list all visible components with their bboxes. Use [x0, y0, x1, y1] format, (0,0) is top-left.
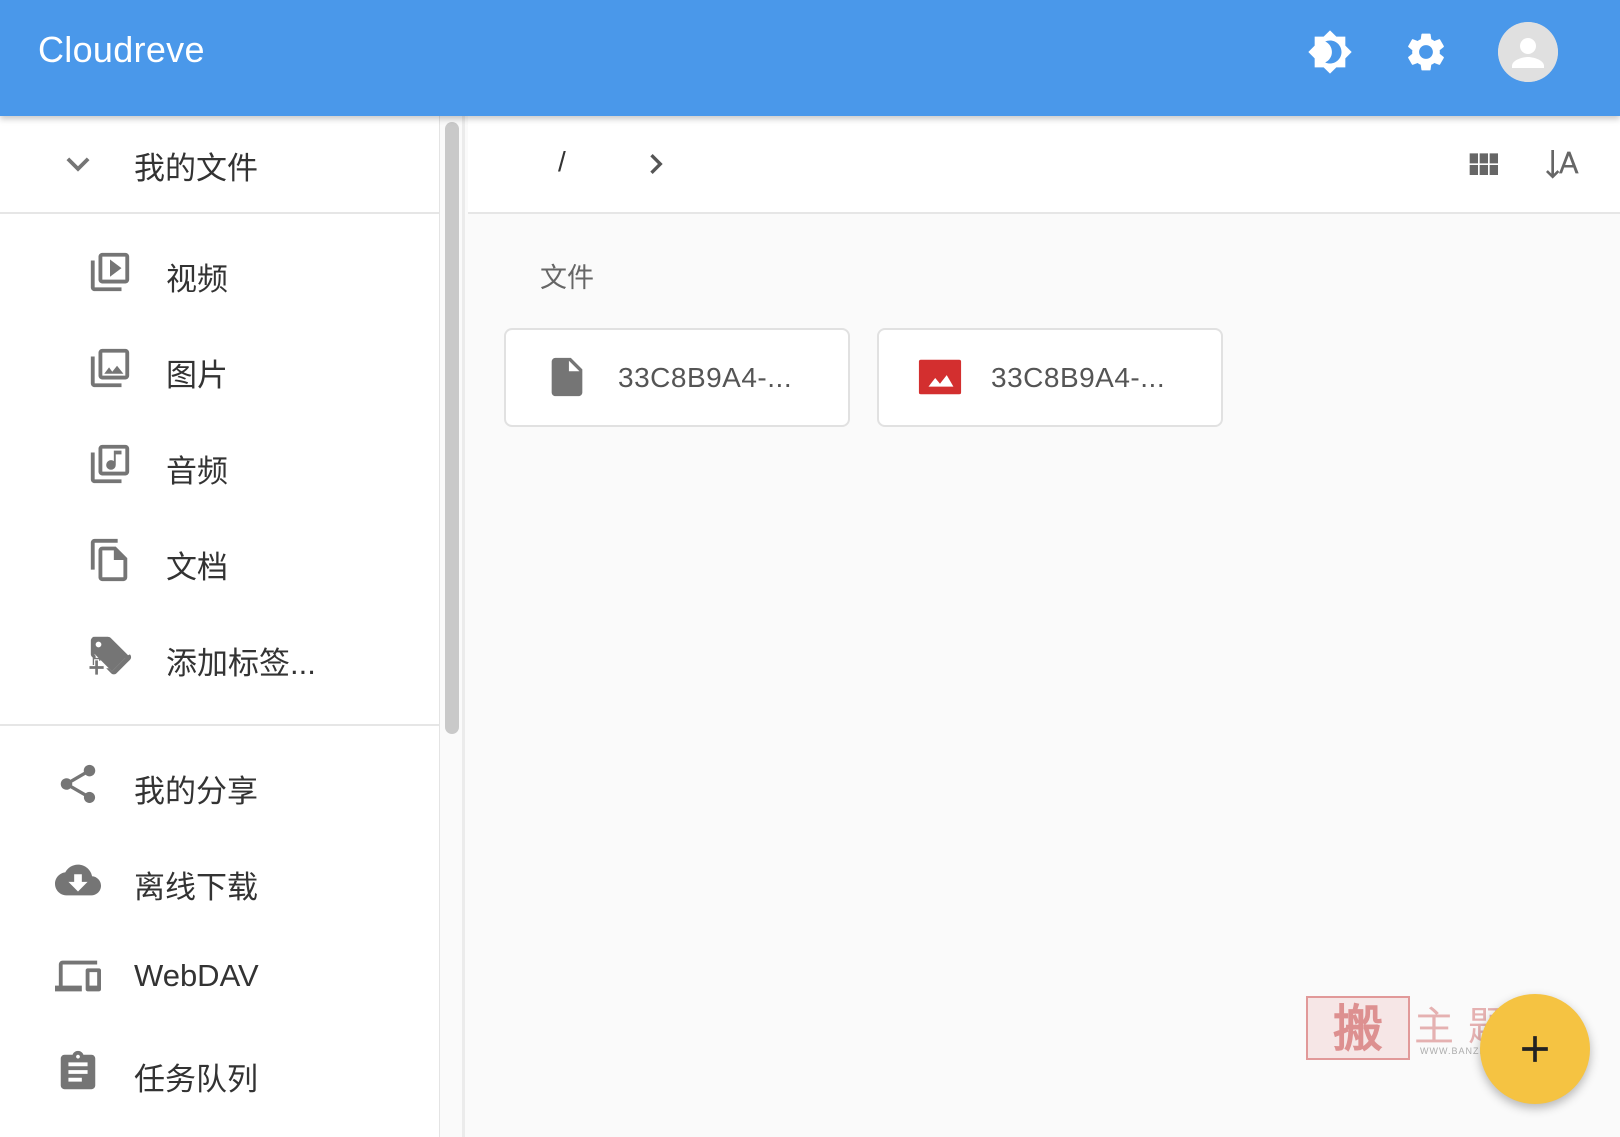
breadcrumb-root[interactable]: / — [558, 146, 566, 178]
avatar-icon — [1498, 22, 1558, 82]
sidebar-item-label: WebDAV — [134, 958, 259, 993]
file-name: 33C8B9A4-... — [991, 362, 1166, 393]
sidebar-item-my-shares[interactable]: 我的分享 — [0, 740, 439, 830]
chevron-down-icon — [54, 140, 102, 188]
assignment-icon — [54, 1048, 102, 1096]
divider — [0, 724, 439, 726]
sidebar-item-my-files[interactable]: 我的文件 — [0, 116, 439, 212]
sidebar-item-label: 文档 — [166, 550, 228, 585]
sidebar-item-label: 离线下载 — [134, 870, 258, 905]
settings-icon — [1408, 33, 1444, 71]
sidebar-item-label: 添加标签... — [166, 646, 316, 681]
grid-view-icon — [1469, 153, 1498, 175]
sidebar-item-label: 图片 — [166, 358, 228, 393]
chevron-right-icon — [650, 154, 663, 174]
sidebar-item-label: 我的分享 — [134, 774, 258, 809]
sidebar: 我的文件 视频 图片 音频 文档 添加标签... 我的分享 离线下载 WebDA… — [0, 116, 440, 1137]
sidebar-item-label: 视频 — [166, 262, 228, 297]
sidebar-item-documents[interactable]: 文档 — [0, 516, 439, 606]
video-library-icon — [86, 248, 134, 296]
app-title[interactable]: Cloudreve — [38, 30, 205, 70]
sidebar-item-webdav[interactable]: WebDAV — [0, 932, 439, 1022]
sidebar-item-audio[interactable]: 音频 — [0, 420, 439, 510]
navigator-toolbar: / — [468, 116, 1620, 214]
sort-button[interactable] — [1540, 142, 1586, 188]
file-card[interactable]: 33C8B9A4-... — [877, 328, 1223, 427]
devices-icon — [54, 952, 102, 1000]
view-mode-button[interactable] — [1460, 142, 1506, 188]
section-title: 文件 — [540, 263, 594, 293]
add-icon — [1522, 1036, 1548, 1062]
share-icon — [54, 760, 102, 808]
sidebar-item-task-queue[interactable]: 任务队列 — [0, 1028, 439, 1118]
add-tag-icon — [86, 632, 134, 680]
photo-library-icon — [86, 344, 134, 392]
theme-toggle-button[interactable] — [1300, 22, 1360, 82]
music-library-icon — [86, 440, 134, 488]
file-copy-icon — [86, 536, 134, 584]
file-card[interactable]: 33C8B9A4-... — [504, 328, 850, 427]
app-bar: Cloudreve — [0, 0, 1620, 116]
cloud-download-icon — [54, 856, 102, 904]
watermark-stamp: 搬 — [1306, 996, 1410, 1060]
settings-button[interactable] — [1396, 22, 1456, 82]
file-icon — [544, 354, 590, 400]
sidebar-item-video[interactable]: 视频 — [0, 228, 439, 318]
file-name: 33C8B9A4-... — [618, 362, 793, 393]
sidebar-item-offline-download[interactable]: 离线下载 — [0, 836, 439, 926]
sidebar-scrollbar[interactable] — [445, 122, 459, 734]
sidebar-item-label: 音频 — [166, 454, 228, 489]
sort-alpha-icon — [1546, 150, 1579, 179]
divider — [0, 212, 439, 214]
image-icon — [917, 354, 963, 400]
sidebar-item-label: 我的文件 — [134, 151, 258, 186]
breadcrumb-expand-button[interactable] — [636, 144, 676, 184]
divider — [462, 116, 465, 1137]
user-avatar-button[interactable] — [1498, 22, 1558, 82]
add-fab-button[interactable] — [1480, 994, 1590, 1104]
sidebar-item-label: 任务队列 — [134, 1062, 258, 1097]
sidebar-item-add-tag[interactable]: 添加标签... — [0, 612, 439, 702]
brightness-icon — [1308, 30, 1352, 74]
sidebar-item-images[interactable]: 图片 — [0, 324, 439, 414]
